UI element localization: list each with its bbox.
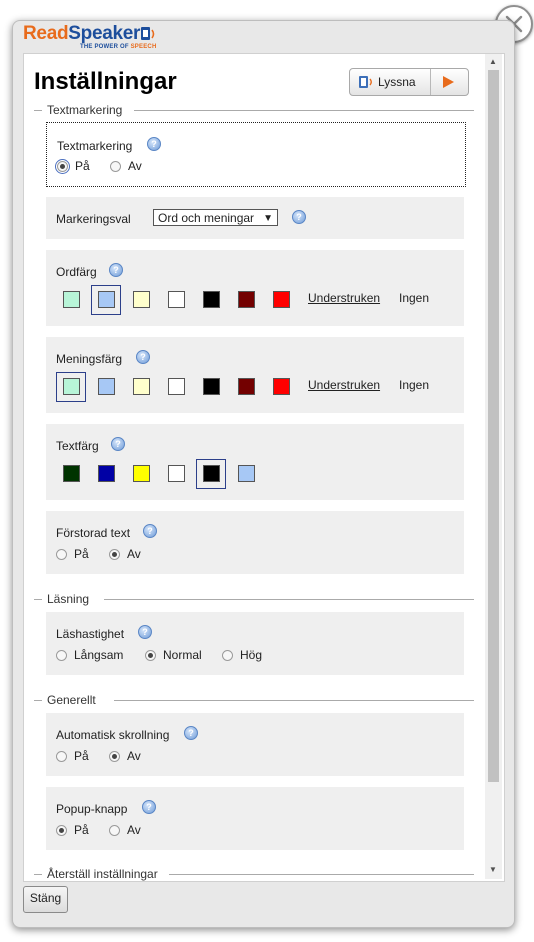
listen-button[interactable]: Lyssna xyxy=(349,68,469,96)
readspeaker-logo: ReadSpeaker THE POWER OF SPEECH xyxy=(23,23,157,51)
close-dialog-button[interactable]: Stäng xyxy=(23,886,68,913)
scroll-thumb[interactable] xyxy=(488,70,499,782)
page-title: Inställningar xyxy=(34,68,177,95)
ordfarg-label: Ordfärg xyxy=(56,265,97,279)
ordfarg-none-option[interactable]: Ingen xyxy=(399,291,429,305)
color-swatch[interactable] xyxy=(273,378,290,395)
section-lasning: Läsning xyxy=(34,592,474,606)
color-swatch[interactable] xyxy=(63,465,80,482)
color-swatch[interactable] xyxy=(133,291,150,308)
play-icon xyxy=(443,76,454,88)
textfarg-label: Textfärg xyxy=(56,439,99,453)
help-icon[interactable]: ? xyxy=(143,524,157,538)
help-icon[interactable]: ? xyxy=(142,800,156,814)
scroll-up-arrow-icon[interactable]: ▲ xyxy=(489,58,497,66)
setting-textmarkering: Textmarkering ? På Av xyxy=(46,122,466,187)
color-swatch[interactable] xyxy=(63,291,80,308)
forstorad-label: Förstorad text xyxy=(56,526,131,540)
color-swatch[interactable] xyxy=(238,378,255,395)
textmarkering-label: Textmarkering xyxy=(57,139,133,153)
setting-ordfarg: Ordfärg ? Understruken Ingen xyxy=(46,250,464,326)
dropdown-arrow-icon: ▼ xyxy=(263,213,273,224)
autoscroll-label: Automatisk skrollning xyxy=(56,728,170,742)
popup-on-radio[interactable]: På xyxy=(56,823,89,837)
textmarkering-off-radio[interactable]: Av xyxy=(110,159,142,173)
scroll-down-arrow-icon[interactable]: ▼ xyxy=(489,866,497,874)
speed-slow-radio[interactable]: Långsam xyxy=(56,648,123,662)
speed-fast-radio[interactable]: Hög xyxy=(222,648,262,662)
section-textmarkering: Textmarkering xyxy=(34,103,474,117)
setting-popup-knapp: Popup-knapp ? På Av xyxy=(46,787,464,850)
section-generellt: Generellt xyxy=(34,693,474,707)
color-swatch[interactable] xyxy=(98,378,115,395)
autoscroll-on-radio[interactable]: På xyxy=(56,749,89,763)
setting-automatisk-skrollning: Automatisk skrollning ? På Av xyxy=(46,713,464,776)
markeringsval-select[interactable]: Ord och meningar ▼ xyxy=(153,209,278,226)
scrollbar[interactable]: ▲ ▼ xyxy=(485,54,502,879)
listen-separator xyxy=(430,69,431,95)
setting-markeringsval: Markeringsval Ord och meningar ▼ ? xyxy=(46,197,464,239)
speaker-logo-icon xyxy=(141,27,155,40)
help-icon[interactable]: ? xyxy=(136,350,150,364)
meningsfarg-none-option[interactable]: Ingen xyxy=(399,378,429,392)
lashastighet-label: Läshastighet xyxy=(56,627,125,641)
color-swatch[interactable] xyxy=(273,291,290,308)
popup-off-radio[interactable]: Av xyxy=(109,823,141,837)
autoscroll-off-radio[interactable]: Av xyxy=(109,749,141,763)
help-icon[interactable]: ? xyxy=(111,437,125,451)
setting-forstorad-text: Förstorad text ? På Av xyxy=(46,511,464,574)
meningsfarg-underline-option[interactable]: Understruken xyxy=(308,378,380,392)
help-icon[interactable]: ? xyxy=(138,625,152,639)
speaker-icon xyxy=(359,76,372,88)
setting-lashastighet: Läshastighet ? Långsam Normal Hög xyxy=(46,612,464,675)
help-icon[interactable]: ? xyxy=(147,137,161,151)
section-aterstall[interactable]: Återställ inställningar xyxy=(34,867,474,881)
color-swatch[interactable] xyxy=(168,465,185,482)
color-swatch[interactable] xyxy=(133,378,150,395)
color-swatch[interactable] xyxy=(133,465,150,482)
forstorad-on-radio[interactable]: På xyxy=(56,547,89,561)
color-swatch[interactable] xyxy=(98,465,115,482)
setting-meningsfarg: Meningsfärg ? Understruken Ingen xyxy=(46,337,464,413)
popup-label: Popup-knapp xyxy=(56,802,128,816)
listen-label: Lyssna xyxy=(378,75,416,89)
help-icon[interactable]: ? xyxy=(184,726,198,740)
meningsfarg-label: Meningsfärg xyxy=(56,352,123,366)
help-icon[interactable]: ? xyxy=(109,263,123,277)
forstorad-off-radio[interactable]: Av xyxy=(109,547,141,561)
color-swatch[interactable] xyxy=(238,291,255,308)
color-swatch[interactable] xyxy=(203,378,220,395)
settings-panel[interactable]: Inställningar Lyssna Textmarkering Textm… xyxy=(23,53,505,882)
color-swatch[interactable] xyxy=(168,378,185,395)
color-swatch[interactable] xyxy=(98,291,115,308)
color-swatch[interactable] xyxy=(168,291,185,308)
ordfarg-underline-option[interactable]: Understruken xyxy=(308,291,380,305)
color-swatch[interactable] xyxy=(238,465,255,482)
color-swatch[interactable] xyxy=(203,465,220,482)
color-swatch[interactable] xyxy=(203,291,220,308)
help-icon[interactable]: ? xyxy=(292,210,306,224)
markeringsval-label: Markeringsval xyxy=(56,212,131,226)
color-swatch[interactable] xyxy=(63,378,80,395)
setting-textfarg: Textfärg ? xyxy=(46,424,464,500)
speed-normal-radio[interactable]: Normal xyxy=(145,648,202,662)
textmarkering-on-radio[interactable]: På xyxy=(55,158,90,174)
